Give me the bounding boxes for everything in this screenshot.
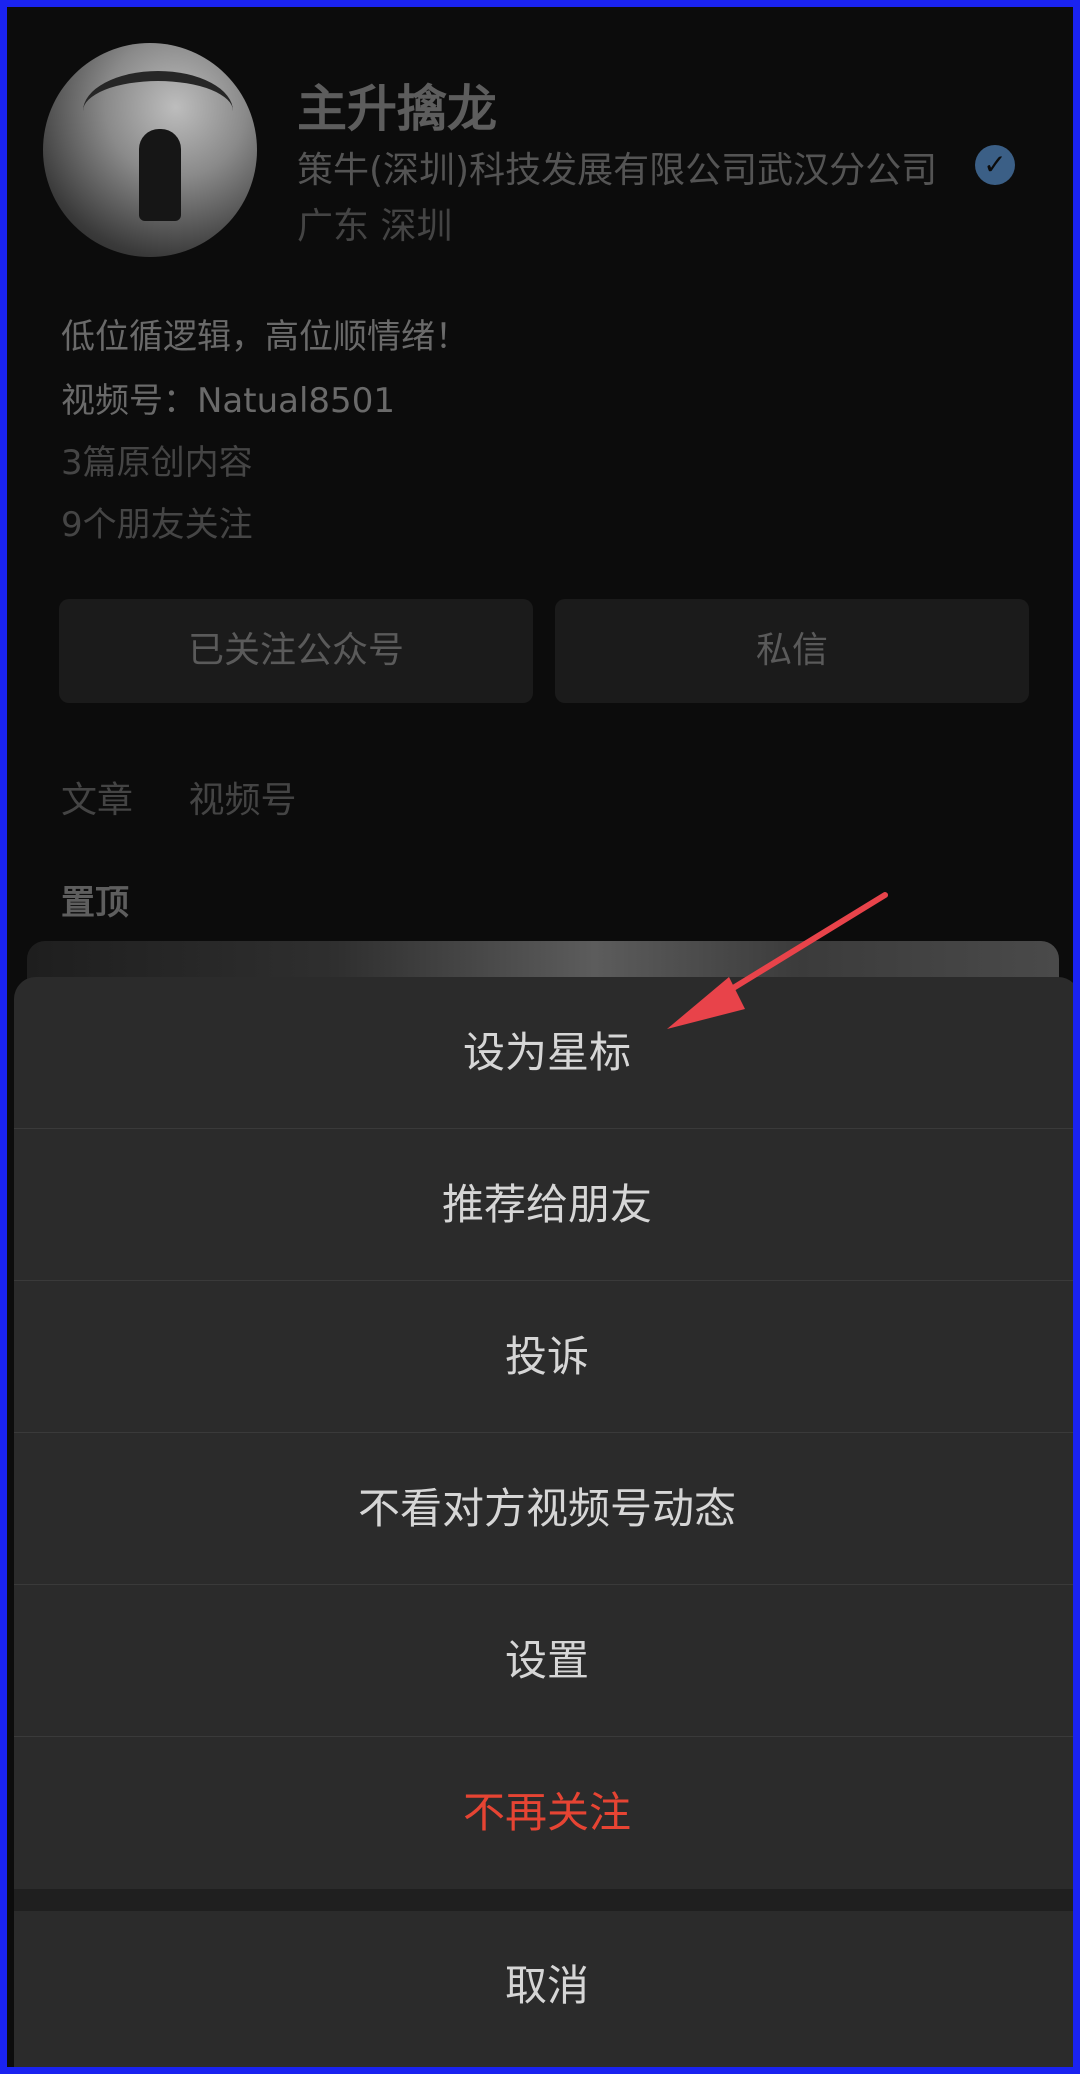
account-name: 主升擒龙	[297, 80, 497, 138]
pinned-label: 置顶	[61, 883, 129, 923]
company-name: 策牛(深圳)科技发展有限公司武汉分公司	[297, 150, 938, 191]
content-tabs: 文章 视频号	[61, 771, 340, 823]
menu-item-hide-channel-updates[interactable]: 不看对方视频号动态	[14, 1433, 1073, 1585]
cancel-gap	[14, 1889, 1073, 1911]
cancel-button[interactable]: 取消	[14, 1911, 1073, 2061]
original-articles-count[interactable]: 3篇原创内容	[61, 435, 253, 484]
message-button[interactable]: 私信	[555, 599, 1029, 703]
menu-item-recommend-to-friend[interactable]: 推荐给朋友	[14, 1129, 1073, 1281]
menu-item-unfollow[interactable]: 不再关注	[14, 1737, 1073, 1889]
signature: 低位循逻辑，高位顺情绪！	[61, 317, 469, 357]
menu-item-set-star[interactable]: 设为星标	[14, 977, 1073, 1129]
tab-channel[interactable]: 视频号	[188, 780, 296, 821]
menu-item-complain[interactable]: 投诉	[14, 1281, 1073, 1433]
verified-badge-icon: ✓	[975, 145, 1015, 185]
screen-frame: 主升擒龙 策牛(深圳)科技发展有限公司武汉分公司 ✓ 广东 深圳 低位循逻辑，高…	[0, 0, 1080, 2074]
avatar[interactable]	[43, 43, 257, 257]
menu-item-settings[interactable]: 设置	[14, 1585, 1073, 1737]
avatar-figure	[139, 129, 181, 221]
action-sheet: 设为星标 推荐给朋友 投诉 不看对方视频号动态 设置 不再关注 取消	[14, 977, 1073, 2067]
tab-articles[interactable]: 文章	[61, 780, 133, 821]
channel-id: 视频号：Natual8501	[61, 381, 395, 421]
location: 广东 深圳	[297, 206, 453, 247]
friends-following-count[interactable]: 9个朋友关注	[61, 497, 253, 546]
followed-button[interactable]: 已关注公众号	[59, 599, 533, 703]
